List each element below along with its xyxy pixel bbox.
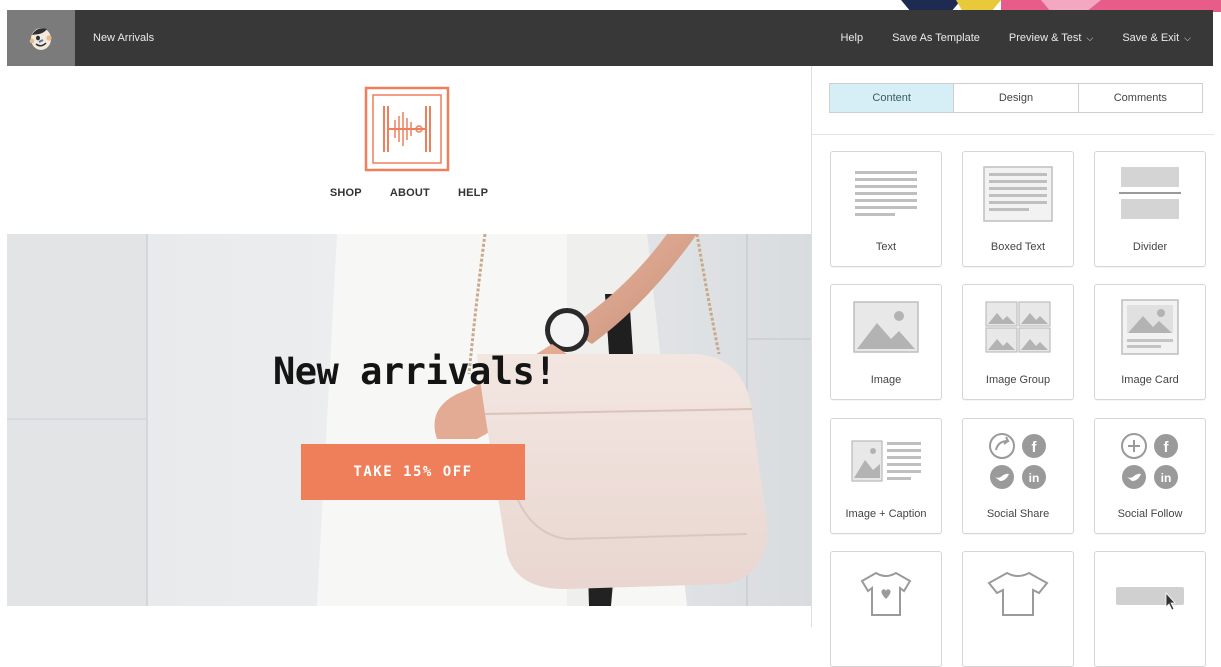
button-block-icon xyxy=(1116,587,1184,611)
email-canvas[interactable]: SHOP ABOUT HELP New arrivals! TAKE 15% O… xyxy=(7,66,811,627)
hero-title[interactable]: New arrivals! xyxy=(273,350,557,393)
email-nav: SHOP ABOUT HELP xyxy=(7,187,811,199)
preview-test-label: Preview & Test xyxy=(1008,32,1082,44)
nav-shop-link[interactable]: SHOP xyxy=(330,187,362,199)
block-label: Image Card xyxy=(1121,374,1179,386)
nav-help-link[interactable]: HELP xyxy=(458,187,488,199)
boxed-text-icon xyxy=(983,166,1053,222)
image-card-icon xyxy=(1121,299,1179,355)
image-caption-icon xyxy=(851,440,921,482)
email-header[interactable]: SHOP ABOUT HELP xyxy=(7,66,811,234)
block-product-alt[interactable] xyxy=(962,551,1074,667)
product-alt-icon xyxy=(987,571,1049,616)
save-as-template-label: Save As Template xyxy=(892,32,980,44)
block-label: Image Group xyxy=(985,374,1051,386)
block-divider[interactable]: Divider xyxy=(1094,151,1206,267)
social-follow-icon: f in xyxy=(1121,433,1178,489)
preview-test-menu[interactable]: Preview & Test ⌵ xyxy=(1009,32,1093,44)
block-image-caption[interactable]: Image + Caption xyxy=(830,418,942,534)
block-image-group[interactable]: Image Group xyxy=(962,284,1074,400)
block-label: Text xyxy=(875,241,897,253)
text-block-icon xyxy=(855,171,917,216)
campaign-title: New Arrivals xyxy=(93,32,155,44)
monkey-logo-icon xyxy=(29,28,52,50)
svg-text:in: in xyxy=(1161,471,1172,485)
nav-about-link[interactable]: ABOUT xyxy=(390,187,430,199)
block-label: Boxed Text xyxy=(990,241,1046,253)
product-icon xyxy=(860,571,912,616)
block-boxed-text[interactable]: Boxed Text xyxy=(962,151,1074,267)
panel-divider xyxy=(812,134,1214,135)
save-exit-label: Save & Exit xyxy=(1122,32,1180,44)
image-group-icon xyxy=(985,301,1051,353)
save-as-template-button[interactable]: Save As Template xyxy=(892,32,980,44)
block-label: Social Share xyxy=(986,508,1050,520)
block-button[interactable] xyxy=(1094,551,1206,667)
svg-text:in: in xyxy=(1029,471,1040,485)
take-15-off-button[interactable]: TAKE 15% OFF xyxy=(301,444,525,500)
brand-logo-icon xyxy=(364,86,450,172)
chevron-down-icon: ⌵ xyxy=(1184,32,1191,43)
block-label: Divider xyxy=(1132,241,1168,253)
block-label: Image + Caption xyxy=(845,508,927,520)
help-label: Help xyxy=(840,32,864,44)
block-product[interactable] xyxy=(830,551,942,667)
block-image[interactable]: Image xyxy=(830,284,942,400)
block-label: Image xyxy=(870,374,902,386)
block-text[interactable]: Text xyxy=(830,151,942,267)
email-footer-area xyxy=(7,606,811,627)
divider-icon xyxy=(1119,167,1181,219)
social-share-icon: f in xyxy=(989,433,1046,489)
image-icon xyxy=(853,301,919,353)
content-panel: Content Design Comments Text Boxed Text … xyxy=(811,66,1214,667)
app-logo[interactable] xyxy=(7,10,75,66)
save-exit-menu[interactable]: Save & Exit ⌵ xyxy=(1122,32,1191,44)
editor-topbar: New Arrivals Help Save As Template Previ… xyxy=(7,10,1213,66)
block-image-card[interactable]: Image Card xyxy=(1094,284,1206,400)
tab-content[interactable]: Content xyxy=(830,84,955,112)
chevron-down-icon: ⌵ xyxy=(1086,32,1094,43)
block-social-follow[interactable]: f in Social Follow xyxy=(1094,418,1206,534)
hero-section[interactable]: New arrivals! TAKE 15% OFF xyxy=(7,234,811,606)
block-label: Social Follow xyxy=(1117,508,1183,520)
block-social-share[interactable]: f in Social Share xyxy=(962,418,1074,534)
help-link[interactable]: Help xyxy=(840,32,863,44)
hero-image xyxy=(7,234,811,606)
tab-design[interactable]: Design xyxy=(954,84,1079,112)
tab-comments[interactable]: Comments xyxy=(1078,84,1202,112)
panel-tabs: Content Design Comments xyxy=(829,83,1203,113)
